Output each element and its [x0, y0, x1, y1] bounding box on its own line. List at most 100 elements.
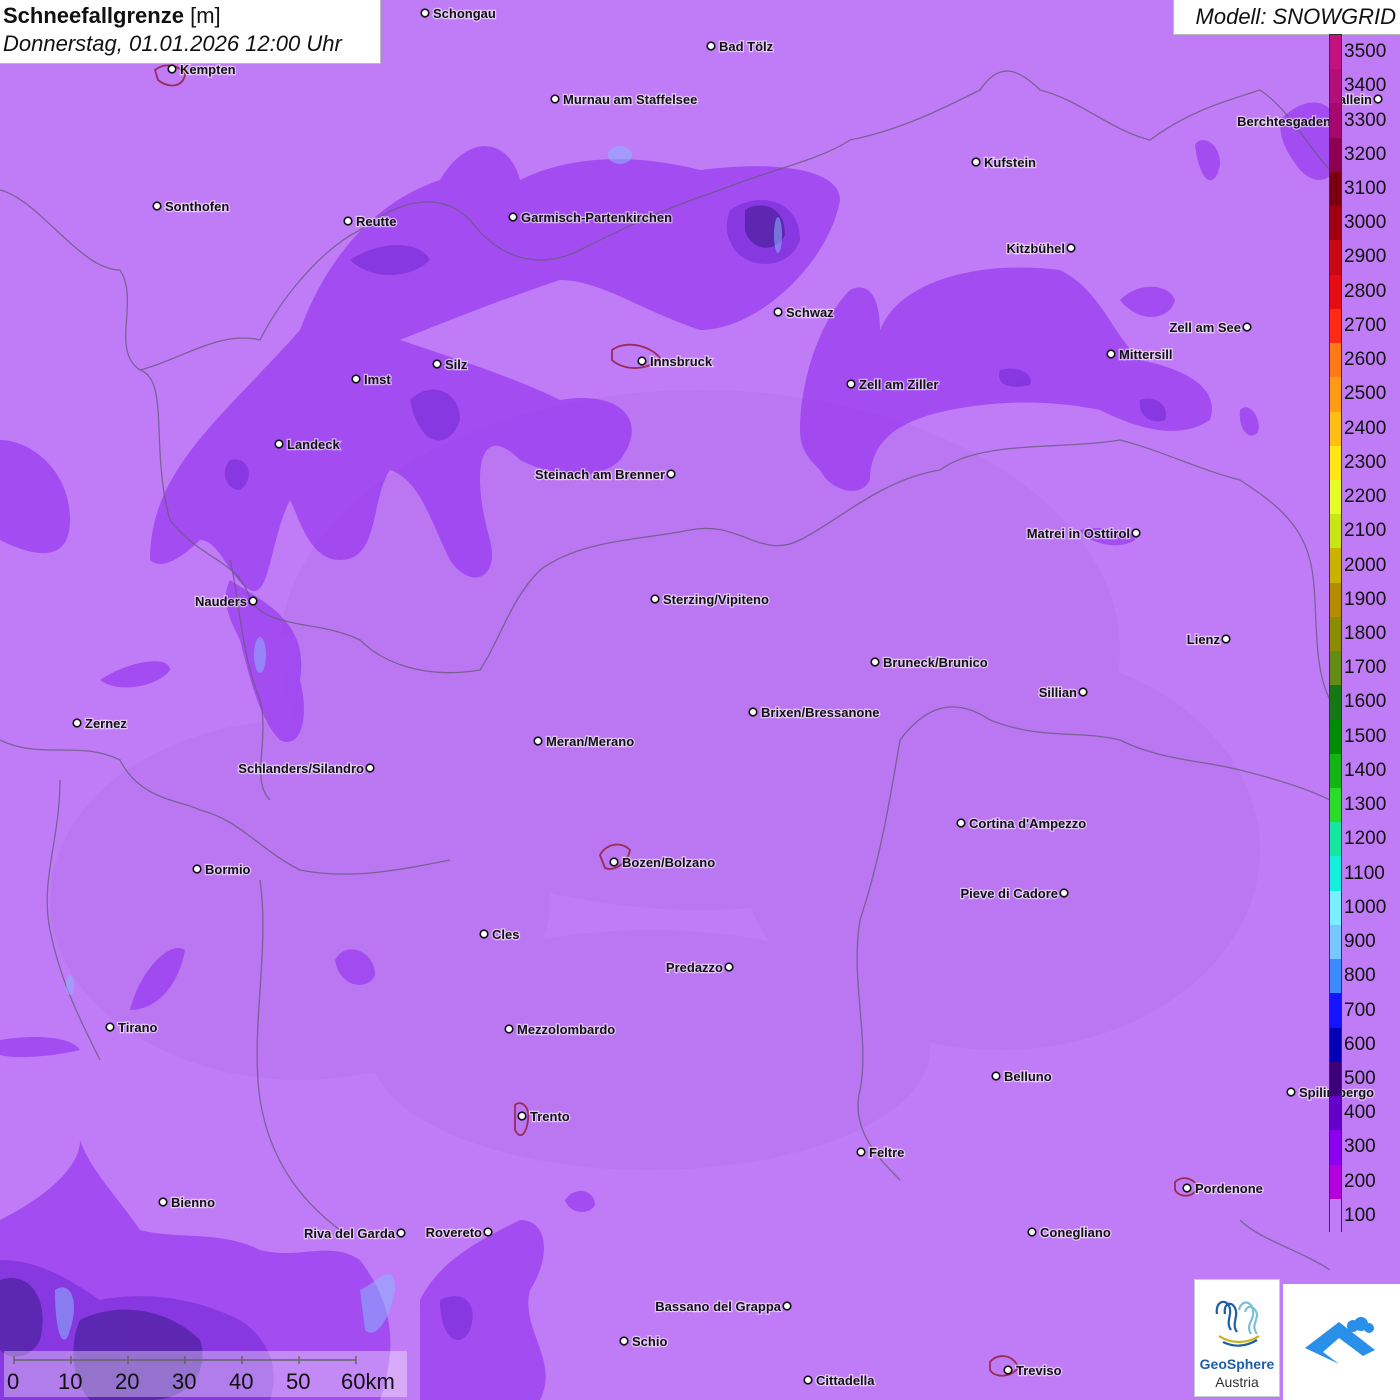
city-dot [1221, 634, 1231, 644]
city-label: Bassano del Grappa [655, 1299, 781, 1314]
legend-label: 400 [1344, 1102, 1376, 1124]
city-dot [479, 929, 489, 939]
city-dot [666, 469, 676, 479]
city-dot [192, 864, 202, 874]
city-label: Bienno [171, 1195, 215, 1210]
legend-colorbar [1329, 34, 1342, 1234]
legend-swatch [1330, 137, 1341, 173]
city-label: Feltre [869, 1145, 904, 1160]
city-dot [365, 763, 375, 773]
legend-swatch [1330, 308, 1341, 344]
city-dot [724, 962, 734, 972]
city-label: Meran/Merano [546, 734, 634, 749]
legend-swatch [1330, 822, 1341, 857]
city-marker: Schlanders/Silandro [237, 760, 375, 777]
legend-label: 3200 [1344, 143, 1387, 165]
city-dot [550, 94, 560, 104]
city-label: Cittadella [816, 1373, 875, 1388]
city-dot [609, 857, 619, 867]
legend-label: 2400 [1344, 417, 1387, 439]
legend-label: 2800 [1344, 280, 1387, 302]
geosphere-logo[interactable]: GeoSphere Austria [1194, 1279, 1280, 1397]
city-label: Berchtesgaden [1237, 114, 1331, 129]
city-marker: Riva del Garda [303, 1225, 406, 1242]
legend-label: 300 [1344, 1136, 1376, 1158]
legend-swatch [1330, 103, 1341, 139]
city-marker: Predazzo [665, 959, 734, 976]
city-dot [1027, 1227, 1037, 1237]
city-marker: Berchtesgaden [1236, 113, 1342, 130]
legend-swatch [1330, 1096, 1341, 1131]
city-marker: Meran/Merano [533, 733, 635, 750]
city-marker: Rovereto [424, 1224, 493, 1241]
weather-app-logo[interactable] [1283, 1284, 1400, 1400]
city-marker: Pieve di Cadore [959, 885, 1069, 902]
mountain-cloud-icon [1305, 1317, 1375, 1364]
city-dot [748, 707, 758, 717]
city-marker: Garmisch-Partenkirchen [508, 209, 673, 226]
legend-label: 800 [1344, 965, 1376, 987]
city-dot [856, 1147, 866, 1157]
legend-label: 2600 [1344, 349, 1387, 371]
city-marker: Bozen/Bolzano [609, 854, 716, 871]
geosphere-sub: Austria [1215, 1374, 1259, 1390]
legend-swatch [1330, 719, 1341, 755]
city-label: Reutte [356, 214, 396, 229]
city-dot [396, 1228, 406, 1238]
city-label: Conegliano [1040, 1225, 1111, 1240]
legend-label: 1700 [1344, 657, 1387, 679]
legend-swatch [1330, 343, 1341, 378]
city-label: Riva del Garda [304, 1226, 396, 1241]
city-marker: Sonthofen [152, 198, 231, 215]
legend-swatch [1330, 479, 1341, 515]
city-dot [870, 657, 880, 667]
city-label: Pordenone [1195, 1181, 1263, 1196]
city-label: Belluno [1004, 1069, 1052, 1084]
city-label: Zernez [85, 716, 127, 731]
legend-swatch [1330, 1198, 1341, 1234]
legend-swatch [1330, 685, 1341, 721]
city-dot [483, 1227, 493, 1237]
map-title-label: Schneefallgrenze [3, 3, 184, 28]
city-label: Zell am See [1169, 320, 1241, 335]
legend-swatch [1330, 35, 1341, 70]
city-marker: Zell am See [1168, 319, 1252, 336]
city-dot [650, 594, 660, 604]
city-label: Cortina d'Ampezzo [969, 816, 1086, 831]
city-dot [420, 8, 430, 18]
city-dot [343, 216, 353, 226]
city-dot [517, 1111, 527, 1121]
city-label: Schongau [433, 6, 496, 21]
city-dot [1242, 322, 1252, 332]
city-dot [105, 1022, 115, 1032]
legend-label: 200 [1344, 1170, 1376, 1192]
legend-label: 2500 [1344, 383, 1387, 405]
city-label: Tirano [118, 1020, 158, 1035]
map-title-unit: [m] [190, 3, 221, 28]
city-marker: Sterzing/Vipiteno [650, 591, 770, 608]
scale-tick-label: 10 [58, 1369, 83, 1394]
geosphere-name: GeoSphere [1199, 1356, 1275, 1372]
legend-label: 1300 [1344, 794, 1387, 816]
city-marker: Cortina d'Ampezzo [956, 815, 1088, 832]
city-dot [72, 718, 82, 728]
scale-tick-label: 40 [229, 1369, 254, 1394]
scale-tick-label: 20 [115, 1369, 140, 1394]
city-label: Schwaz [786, 305, 834, 320]
city-marker: Brixen/Bressanone [748, 704, 881, 721]
legend-swatch [1330, 514, 1341, 549]
city-marker: Schongau [420, 5, 497, 22]
legend-label: 2300 [1344, 451, 1387, 473]
city-label: Pieve di Cadore [960, 886, 1058, 901]
city-dot [1003, 1365, 1013, 1375]
city-dot [971, 157, 981, 167]
legend-label: 3100 [1344, 178, 1387, 200]
city-label: Garmisch-Partenkirchen [521, 210, 672, 225]
legend-label: 3400 [1344, 75, 1387, 97]
city-label: Mittersill [1119, 347, 1172, 362]
city-label: Kufstein [984, 155, 1036, 170]
legend-swatch [1330, 1027, 1341, 1063]
legend-label: 1800 [1344, 623, 1387, 644]
city-dot [706, 41, 716, 51]
legend-swatch [1330, 753, 1341, 789]
